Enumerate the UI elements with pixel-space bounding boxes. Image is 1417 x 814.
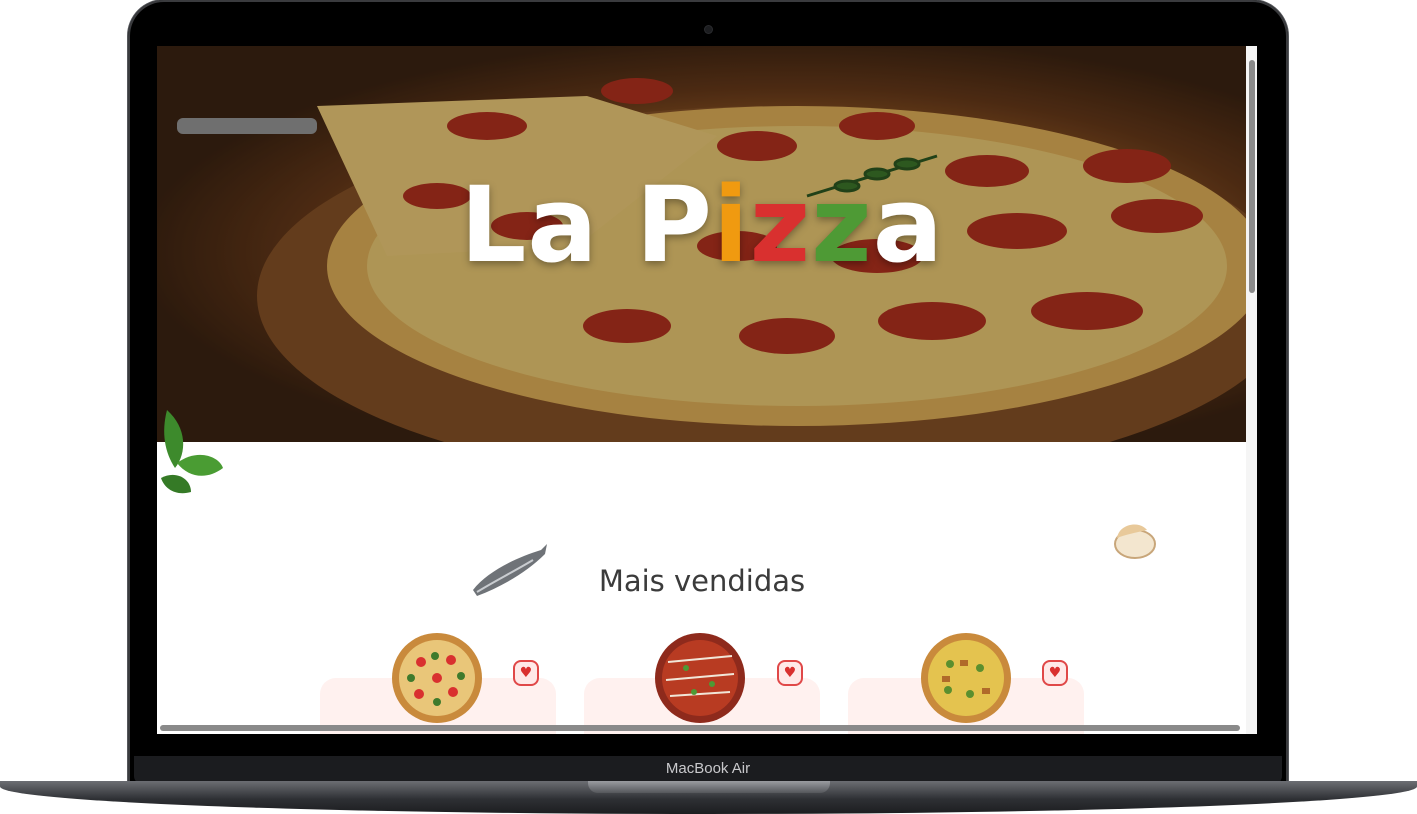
vertical-scrollbar[interactable] — [1249, 60, 1255, 293]
camera-icon — [705, 26, 712, 33]
hero-title-letter-z2: z — [811, 164, 873, 286]
favorite-button[interactable]: ♥ — [513, 660, 539, 686]
laptop-base-notch — [588, 781, 830, 793]
favorite-button[interactable]: ♥ — [777, 660, 803, 686]
pizza-pepperoni-icon[interactable] — [654, 632, 746, 724]
favorite-button[interactable]: ♥ — [1042, 660, 1068, 686]
hero-title-letter-i: i — [712, 164, 750, 286]
laptop-chin: MacBook Air — [134, 756, 1282, 784]
heart-icon: ♥ — [1048, 665, 1062, 681]
pizza-vegetable-icon[interactable] — [391, 632, 483, 724]
hero-title-letter-z1: z — [749, 164, 812, 286]
hero-title-part: La P — [460, 164, 713, 286]
hero-title: La Pizza — [157, 164, 1247, 286]
hero-banner: La Pizza — [157, 46, 1247, 442]
mushroom-icon — [1114, 524, 1156, 559]
heart-icon: ♥ — [519, 665, 533, 681]
device-label: MacBook Air — [665, 760, 751, 777]
pizza-cheese-icon[interactable] — [920, 632, 1012, 724]
horizontal-scrollbar[interactable] — [160, 725, 1240, 731]
web-page[interactable]: La Pizza Mais vendidas ♥ ♥ ♥ — [157, 46, 1257, 734]
section-title: Mais vendidas — [598, 564, 806, 598]
hero-title-letter-a: a — [872, 164, 944, 286]
basil-leaf-icon — [161, 410, 223, 494]
heart-icon: ♥ — [783, 665, 797, 681]
